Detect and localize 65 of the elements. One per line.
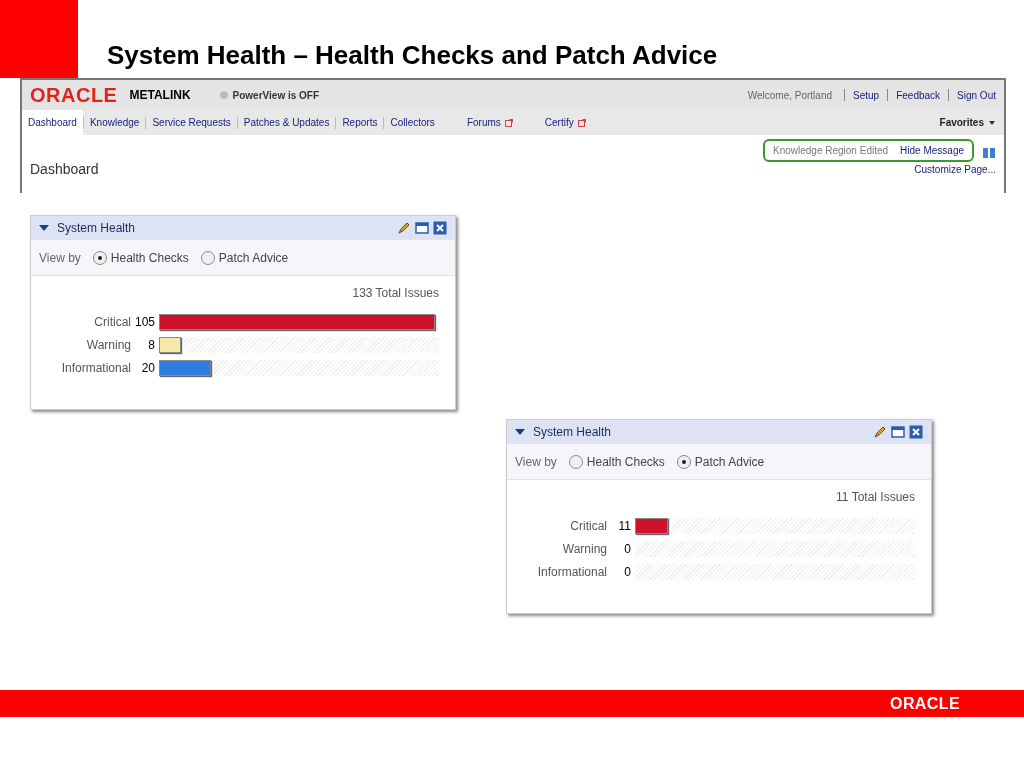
radio-label: Patch Advice xyxy=(694,453,765,471)
footer-logo: ORACLE xyxy=(890,693,960,714)
external-link-icon xyxy=(577,118,586,127)
issue-count: 8 xyxy=(147,336,156,354)
panel-title: System Health xyxy=(533,424,613,441)
header-link[interactable]: Sign Out xyxy=(957,87,996,103)
tab[interactable]: Dashboard xyxy=(22,110,83,135)
severity-label: Warning xyxy=(85,336,131,354)
tab[interactable]: Knowledge xyxy=(83,115,146,130)
severity-label: Critical xyxy=(93,313,131,331)
severity-label: Warning xyxy=(561,540,607,558)
issue-count: 0 xyxy=(623,563,632,581)
slide-title: System Health – Health Checks and Patch Advice xyxy=(107,39,718,72)
close-icon[interactable] xyxy=(433,221,447,235)
radio-label: Patch Advice xyxy=(218,249,289,267)
radio-button[interactable] xyxy=(92,250,107,265)
powerview-status: PowerView is OFF xyxy=(232,88,320,103)
logo: ORACLE xyxy=(30,83,118,108)
total-issues: 133 Total Issues xyxy=(352,285,439,302)
pencil-icon[interactable] xyxy=(873,425,887,439)
collapse-icon[interactable] xyxy=(515,428,525,436)
collapse-icon[interactable] xyxy=(39,224,49,232)
welcome-text: Welcome, Portland xyxy=(747,88,832,103)
radio-button[interactable] xyxy=(568,454,583,469)
severity-label: Informational xyxy=(60,359,131,377)
header-link[interactable]: Feedback xyxy=(896,87,941,103)
maximize-icon[interactable] xyxy=(415,222,429,234)
dropdown-icon xyxy=(988,119,996,126)
panel-title: System Health xyxy=(57,220,137,237)
radio-button[interactable] xyxy=(200,250,215,265)
page-title: Dashboard xyxy=(30,160,99,179)
favorites-menu[interactable]: Favorites xyxy=(939,115,984,130)
radio-option[interactable]: Health Checks xyxy=(568,452,665,471)
pencil-icon[interactable] xyxy=(397,221,411,235)
tab[interactable]: Certify xyxy=(538,115,592,130)
issue-count: 11 xyxy=(617,517,632,535)
tab[interactable]: Service Requests xyxy=(146,115,237,130)
radio-label: Health Checks xyxy=(110,249,189,267)
issue-count: 20 xyxy=(140,359,156,377)
radio-option[interactable]: Patch Advice xyxy=(676,452,765,471)
hide-message-link[interactable]: Hide Message xyxy=(900,143,964,158)
maximize-icon[interactable] xyxy=(891,426,905,438)
issue-count: 105 xyxy=(133,313,156,331)
customize-page-link[interactable]: Customize Page... xyxy=(914,162,996,177)
close-icon[interactable] xyxy=(909,425,923,439)
product-name: METALINK xyxy=(129,87,191,104)
severity-label: Informational xyxy=(536,563,607,581)
external-link-icon xyxy=(504,118,513,127)
radio-option[interactable]: Health Checks xyxy=(92,248,189,267)
tab[interactable]: Forums xyxy=(460,115,519,130)
powerview-icon xyxy=(218,90,229,100)
severity-label: Critical xyxy=(569,517,607,535)
view-by-label: View by xyxy=(515,453,557,471)
customize-icon[interactable] xyxy=(982,145,996,160)
tab[interactable]: Patches & Updates xyxy=(237,115,336,130)
view-by-label: View by xyxy=(39,249,81,267)
tab[interactable]: Collectors xyxy=(384,115,441,130)
radio-option[interactable]: Patch Advice xyxy=(200,248,289,267)
total-issues: 11 Total Issues xyxy=(836,489,915,506)
header-link[interactable]: Setup xyxy=(853,87,880,103)
radio-button[interactable] xyxy=(676,454,691,469)
tab[interactable]: Reports xyxy=(336,115,384,130)
issue-count: 0 xyxy=(623,540,632,558)
radio-label: Health Checks xyxy=(586,453,665,471)
message-text: Knowledge Region Edited xyxy=(773,144,889,158)
